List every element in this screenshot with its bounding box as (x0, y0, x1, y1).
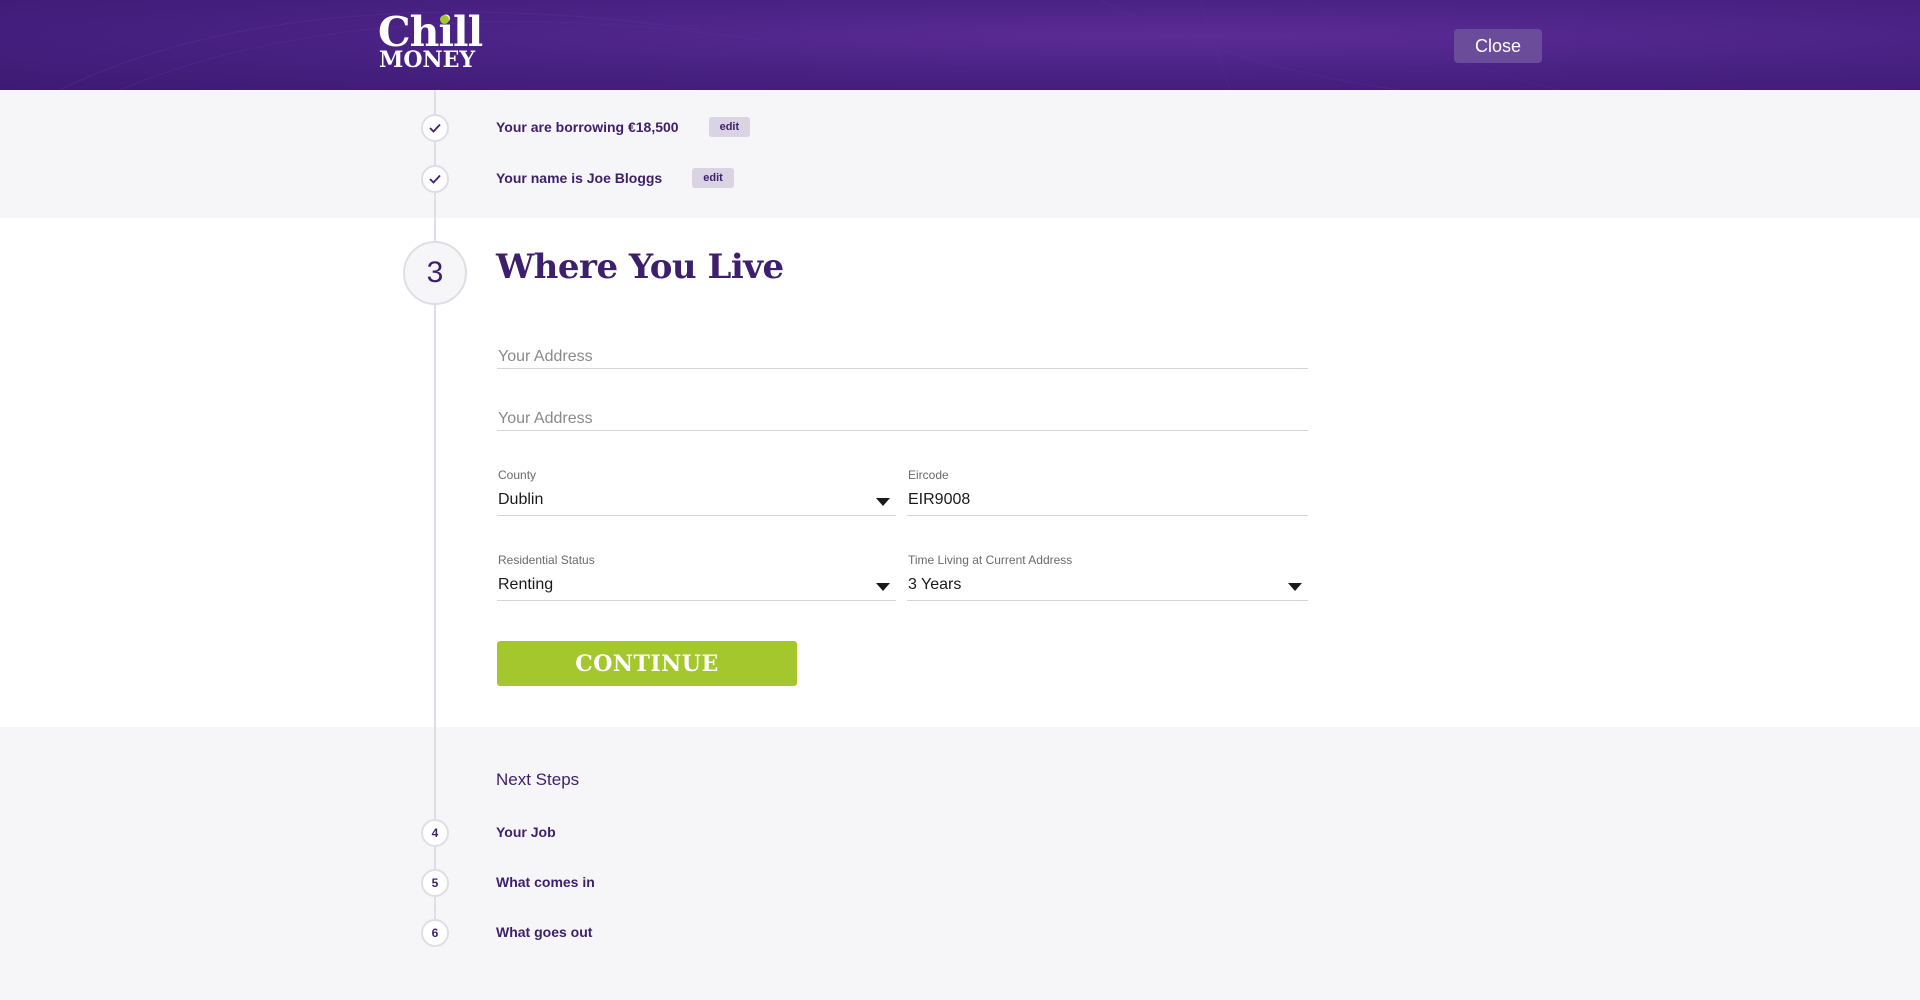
check-icon (429, 174, 441, 184)
top-header: Chill MONEY Close (0, 0, 1920, 90)
chill-money-logo[interactable]: Chill MONEY (378, 8, 483, 72)
progress-timeline (434, 90, 436, 940)
eircode-label: Eircode (908, 468, 949, 482)
close-button[interactable]: Close (1454, 29, 1542, 63)
upcoming-step-5-marker: 5 (421, 869, 449, 897)
chevron-down-icon (876, 583, 890, 591)
upcoming-step-your-job: Your Job (496, 824, 556, 840)
header-swirl-pattern (59, 0, 1561, 90)
time-at-address-select[interactable]: Time Living at Current Address 3 Years (907, 552, 1308, 601)
address-line-2-field (497, 400, 1308, 431)
time-at-address-value: 3 Years (908, 576, 962, 593)
county-label: County (498, 468, 537, 482)
residential-status-label: Residential Status (498, 553, 595, 567)
current-step-number: 3 (403, 241, 467, 305)
check-icon (429, 123, 441, 133)
chevron-down-icon (876, 498, 890, 506)
completed-step-name: Your name is Joe Bloggs edit (496, 168, 734, 188)
upcoming-step-what-goes-out: What goes out (496, 924, 593, 940)
address-line-1-field (497, 338, 1308, 369)
residential-status-value: Renting (498, 576, 554, 593)
address-line-2-input[interactable] (497, 410, 1308, 428)
completed-step-marker (421, 114, 449, 142)
continue-button[interactable]: CONTINUE (497, 641, 797, 686)
address-line-1-input[interactable] (497, 348, 1308, 366)
residential-status-select[interactable]: Residential Status Renting (497, 552, 896, 601)
upcoming-step-6-marker: 6 (421, 919, 449, 947)
completed-step-text: Your are borrowing €18,500 (496, 119, 679, 135)
edit-borrowing-button[interactable]: edit (708, 117, 751, 137)
time-at-address-label: Time Living at Current Address (908, 553, 1073, 567)
eircode-field[interactable]: Eircode EIR9008 (907, 467, 1308, 516)
county-value: Dublin (498, 491, 544, 508)
logo-wordmark-top: Chill (378, 8, 483, 56)
county-select[interactable]: County Dublin (497, 467, 896, 516)
completed-step-text: Your name is Joe Bloggs (496, 170, 663, 186)
upcoming-step-what-comes-in: What comes in (496, 874, 595, 890)
completed-step-borrowing: Your are borrowing €18,500 edit (496, 117, 751, 137)
next-steps-title: Next Steps (496, 770, 580, 789)
completed-steps-band (0, 90, 1920, 218)
eircode-value[interactable]: EIR9008 (908, 491, 970, 509)
next-steps-band (0, 727, 1920, 1000)
edit-name-button[interactable]: edit (692, 168, 734, 188)
completed-step-marker (421, 165, 449, 193)
upcoming-step-4-marker: 4 (421, 819, 449, 847)
chevron-down-icon (1288, 583, 1302, 591)
logo-dot (440, 15, 449, 24)
section-title: Where You Live (496, 247, 784, 287)
